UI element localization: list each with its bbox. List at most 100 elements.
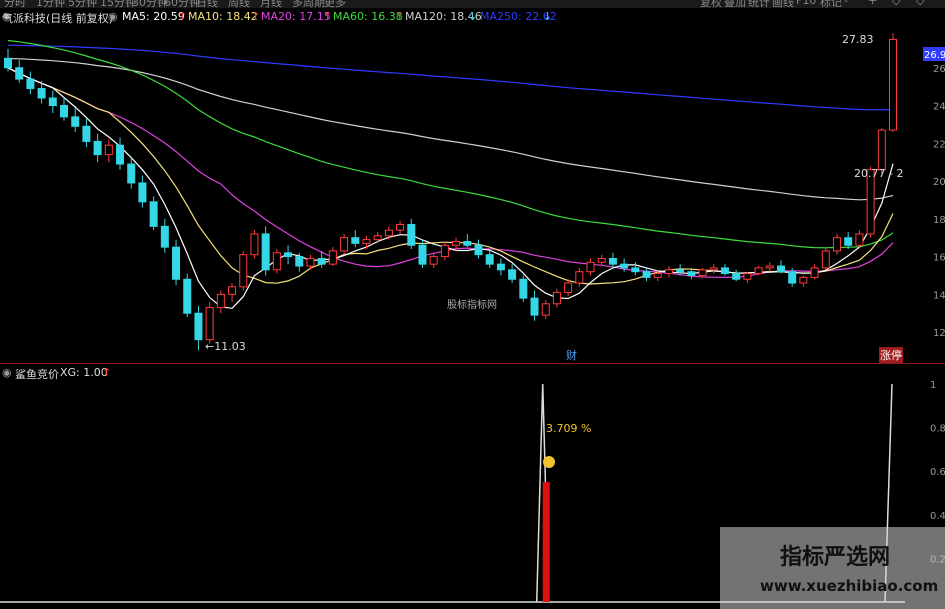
candle-body <box>261 233 270 271</box>
indicator-tick: 0.6 <box>930 467 945 478</box>
candle-body <box>452 240 461 246</box>
limit-up-badge: 涨停 <box>879 347 903 363</box>
toolbar-item[interactable]: 60分钟 <box>164 0 200 8</box>
price-axis-svg: 26 24 22 20 18 16 14 12 26.90 <box>878 46 945 339</box>
ma250-arrow: ↓ <box>543 10 553 23</box>
toolbar-item[interactable]: 15分钟 <box>100 0 136 8</box>
price-axis: 26 24 22 20 18 16 14 12 26.90 <box>878 26 945 363</box>
candle-body <box>183 278 192 314</box>
indicator-toggle-icon[interactable]: ◉ <box>2 366 12 379</box>
toolbar-item[interactable]: ◇ <box>892 0 900 7</box>
candle-body <box>530 297 539 316</box>
candle-body <box>844 237 853 246</box>
top-toolbar: 分时 1分钟 5分钟 15分钟 30分钟 60分钟 日线 周线 月线 多周期 更多 复权 叠加 统计 画线 F… <box>0 0 945 8</box>
ma60-label: MA60: 16.38 <box>333 10 403 23</box>
candle-body <box>732 273 741 280</box>
candle-body <box>799 276 808 284</box>
ma60-line <box>7 39 894 249</box>
ma10-arrow: ↑ <box>251 10 261 23</box>
ma120-line <box>7 57 894 201</box>
candle-body <box>474 244 483 256</box>
candle-body <box>306 257 315 267</box>
candle-body <box>239 254 248 288</box>
pane-divider[interactable] <box>0 363 945 364</box>
toolbar-item[interactable]: 5分钟 <box>68 0 97 8</box>
candle-body <box>149 201 158 227</box>
ma10-label: MA10: 18.42 <box>188 10 258 23</box>
candle-body <box>575 271 584 284</box>
price-tick: 22 <box>933 139 945 150</box>
candle-body <box>653 273 662 278</box>
candle-body <box>104 144 113 156</box>
toolbar-item[interactable]: 日线 <box>196 0 218 8</box>
candle-body <box>877 129 886 171</box>
toolbar-item[interactable]: 30分钟 <box>132 0 168 8</box>
candle-body <box>216 293 225 309</box>
ma120-arrow: ↓ <box>468 10 478 23</box>
toolbar-item[interactable]: 周线 <box>228 0 250 8</box>
candle-body <box>407 223 416 246</box>
toolbar-item[interactable]: - <box>844 0 848 7</box>
candle-body <box>317 257 326 265</box>
candle-body <box>71 116 80 127</box>
candle-body <box>4 57 12 69</box>
toolbar-item[interactable]: 标记 <box>820 0 842 8</box>
ma5-arrow: ↑ <box>178 10 188 23</box>
toolbar-item[interactable]: 叠加 <box>724 0 746 8</box>
price-tick: 16 <box>933 253 945 264</box>
watermark-url: www.xuezhibiao.com <box>760 577 939 595</box>
candle-body <box>541 303 550 316</box>
candle-body <box>418 244 427 265</box>
candle-body <box>586 261 595 273</box>
ma5-label: MA5: 20.59 <box>122 10 185 23</box>
toolbar-item[interactable]: 月线 <box>260 0 282 8</box>
toolbar-item[interactable]: 多周期 <box>292 0 325 8</box>
candle-body <box>362 239 371 244</box>
kline-chart[interactable] <box>0 26 945 363</box>
watermark-title: 指标严选网 <box>780 545 891 570</box>
signal-bar <box>542 482 550 602</box>
toolbar-item[interactable]: 更多 <box>324 0 346 8</box>
indicator-tick: 0.8 <box>930 424 945 435</box>
candle-body <box>676 269 685 273</box>
finance-marker[interactable]: 财 <box>566 347 577 363</box>
candle-body <box>552 291 561 305</box>
toolbar-item[interactable]: 画线 <box>772 0 794 8</box>
ma20-arrow: ↑ <box>323 10 333 23</box>
candle-body <box>60 105 69 118</box>
candle-body <box>272 252 281 271</box>
candle-body <box>48 97 57 107</box>
candle-body <box>889 38 897 131</box>
toolbar-item[interactable]: 统计 <box>748 0 770 8</box>
candle-body <box>754 267 763 275</box>
candle-body <box>743 273 752 280</box>
candle-body <box>687 271 696 276</box>
candle-body <box>698 269 707 276</box>
candle-body <box>720 267 729 275</box>
candle-body <box>765 265 774 269</box>
candle-body <box>384 229 393 237</box>
toolbar-item[interactable]: ◇ <box>916 0 924 7</box>
settings-icon[interactable]: ◉ <box>108 10 118 23</box>
candle-body <box>855 233 864 246</box>
candle-body <box>496 263 505 271</box>
toolbar-item[interactable]: 分时 <box>4 0 26 8</box>
candle-body <box>340 237 349 252</box>
toolbar-item[interactable]: 1分钟 <box>36 0 65 8</box>
candle-body <box>440 244 449 258</box>
candle-body <box>620 263 629 269</box>
candle-body <box>519 278 528 299</box>
candle-body <box>26 78 35 90</box>
mid-price-label: 20.77 - 2 <box>854 167 904 180</box>
toolbar-item[interactable]: + <box>868 0 877 7</box>
candle-body <box>597 257 606 263</box>
price-tick: 14 <box>933 290 945 301</box>
candle-body <box>328 250 337 265</box>
candle-body <box>642 271 651 278</box>
price-tick: 24 <box>933 102 945 113</box>
candle-body <box>821 250 830 269</box>
toolbar-item[interactable]: F10 <box>796 0 816 7</box>
price-tick: 18 <box>933 215 945 226</box>
candle-body <box>373 235 382 241</box>
toolbar-item[interactable]: 复权 <box>700 0 722 8</box>
